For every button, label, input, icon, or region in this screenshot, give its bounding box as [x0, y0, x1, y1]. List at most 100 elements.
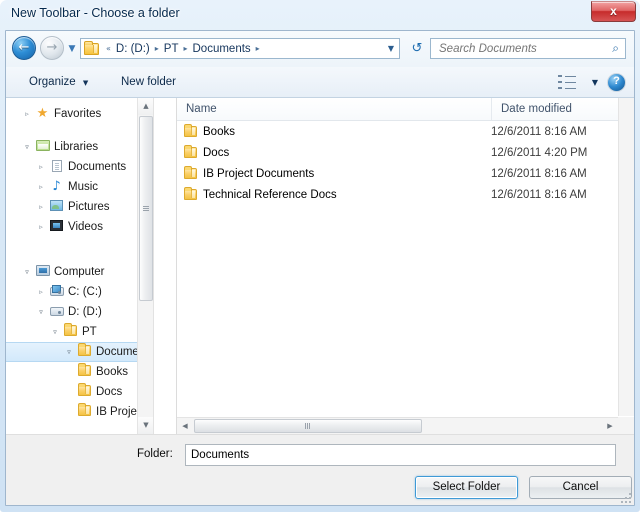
sidebar-scrollbar[interactable]: ▲ ▼ [137, 98, 153, 434]
forward-arrow-icon: → [46, 40, 58, 55]
chevron-right-icon[interactable]: ▹ [34, 157, 48, 177]
search-box[interactable]: ⌕ [430, 38, 626, 59]
resize-grip[interactable] [619, 491, 631, 503]
computer-icon [34, 262, 51, 282]
view-mode-icon[interactable] [558, 74, 578, 91]
sidebar-item-pt[interactable]: ▿ PT [6, 322, 153, 342]
sidebar-item-label: Music [68, 181, 99, 193]
horizontal-scroll-thumb[interactable] [194, 419, 422, 433]
back-arrow-icon: ← [18, 40, 30, 55]
content-area: ▹ ★ Favorites ▿ Libraries ▹ Documents ▹ … [6, 98, 634, 434]
sidebar-item-label: Favorites [54, 108, 102, 120]
chevron-right-icon[interactable]: ▹ [34, 197, 48, 217]
scroll-up-icon[interactable]: ▲ [138, 98, 153, 115]
cancel-button[interactable]: Cancel [529, 476, 632, 499]
recent-locations-dropdown[interactable]: ▼ [66, 44, 78, 54]
chevron-down-icon[interactable]: ▿ [62, 342, 76, 362]
sidebar-item-music[interactable]: ▹ ♪ Music [6, 177, 153, 197]
video-icon [48, 217, 65, 237]
table-row[interactable]: Docs 12/6/2011 4:20 PM [177, 142, 618, 163]
column-header-name[interactable]: Name [177, 98, 491, 120]
sidebar-item-docs[interactable]: Docs [6, 382, 153, 402]
command-toolbar: Organize ▼ New folder ▼ ? [6, 67, 634, 98]
file-list-vertical-scrollbar[interactable] [618, 98, 634, 416]
file-name: Technical Reference Docs [203, 188, 337, 201]
dialog-footer: Folder: Select Folder Cancel [6, 434, 634, 505]
chevron-down-icon: ▼ [82, 79, 89, 87]
sidebar-item-favorites[interactable]: ▹ ★ Favorites [6, 104, 153, 124]
select-folder-button[interactable]: Select Folder [415, 476, 518, 499]
folder-icon [76, 342, 93, 362]
cancel-label: Cancel [562, 481, 599, 493]
chevron-down-icon[interactable]: ▿ [20, 262, 34, 282]
close-button[interactable]: x [591, 1, 636, 22]
folder-field-label: Folder: [137, 448, 173, 460]
file-name: Docs [203, 146, 230, 159]
help-icon: ? [613, 75, 620, 87]
sidebar-item-videos[interactable]: ▹ Videos [6, 217, 153, 237]
chevron-right-icon[interactable]: ▹ [34, 282, 48, 302]
search-input[interactable] [437, 41, 597, 56]
sidebar-item-documents-selected[interactable]: ▿ Documents [6, 342, 153, 362]
new-folder-button[interactable]: New folder [114, 72, 183, 93]
file-date-modified: 12/6/2011 8:16 AM [491, 167, 587, 180]
refresh-button[interactable]: ↺ [406, 38, 428, 59]
new-folder-label: New folder [121, 76, 176, 88]
file-list-horizontal-scrollbar[interactable]: ◀ ▶ [177, 417, 618, 434]
sidebar-item-libraries[interactable]: ▿ Libraries [6, 137, 153, 157]
drive-icon [48, 302, 65, 322]
sidebar-item-drive-d[interactable]: ▿ D: (D:) [6, 302, 153, 322]
view-mode-dropdown-icon[interactable]: ▼ [592, 78, 598, 87]
file-date-modified: 12/6/2011 4:20 PM [491, 146, 588, 159]
picture-icon [48, 197, 65, 217]
breadcrumb-item-documents[interactable]: Documents [191, 43, 253, 55]
document-icon [48, 157, 65, 177]
sidebar-item-label: Documents [68, 161, 127, 173]
scroll-down-icon[interactable]: ▼ [138, 417, 153, 434]
help-button[interactable]: ? [607, 73, 626, 92]
folder-name-input[interactable] [185, 444, 616, 466]
chevron-right-icon[interactable]: ▹ [34, 217, 48, 237]
chevron-down-icon[interactable]: ▿ [20, 137, 34, 157]
sidebar-item-label: D: (D:) [68, 306, 102, 318]
folder-icon [177, 186, 203, 202]
scroll-right-icon[interactable]: ▶ [602, 418, 618, 434]
table-row[interactable]: Technical Reference Docs 12/6/2011 8:16 … [177, 184, 618, 205]
chevron-down-icon[interactable]: ▿ [48, 322, 62, 342]
navigation-bar: ← → ▼ « D: (D:) ▸ PT ▸ Documents ▸ ▼ ↺ S… [6, 31, 634, 67]
sidebar-item-pictures[interactable]: ▹ Pictures [6, 197, 153, 217]
breadcrumb-item-drive[interactable]: D: (D:) [114, 43, 152, 55]
file-name: IB Project Documents [203, 167, 315, 180]
address-dropdown-icon[interactable]: ▼ [388, 44, 394, 53]
organize-label: Organize [29, 76, 76, 88]
dialog-body: ← → ▼ « D: (D:) ▸ PT ▸ Documents ▸ ▼ ↺ S… [5, 30, 635, 506]
back-button[interactable]: ← [12, 36, 36, 60]
sidebar-item-computer[interactable]: ▿ Computer [6, 262, 153, 282]
window-title: New Toolbar - Choose a folder [11, 6, 180, 20]
folder-icon [76, 362, 93, 382]
breadcrumb-overflow-icon[interactable]: « [103, 44, 114, 53]
address-folder-icon [84, 41, 99, 55]
folder-icon [177, 165, 203, 181]
scroll-left-icon[interactable]: ◀ [177, 418, 193, 434]
sidebar-item-ib-project-documents[interactable]: IB Project D [6, 402, 153, 422]
music-note-icon: ♪ [52, 179, 61, 194]
library-icon [34, 137, 51, 157]
sidebar-scroll-thumb[interactable] [139, 116, 153, 301]
address-bar[interactable]: « D: (D:) ▸ PT ▸ Documents ▸ ▼ [80, 38, 400, 59]
chevron-down-icon[interactable]: ▿ [34, 302, 48, 322]
sidebar-item-drive-c[interactable]: ▹ C: (C:) [6, 282, 153, 302]
column-header-date-modified[interactable]: Date modified [491, 98, 631, 120]
navigation-pane: ▹ ★ Favorites ▿ Libraries ▹ Documents ▹ … [6, 98, 154, 434]
pane-splitter[interactable] [154, 98, 176, 434]
chevron-right-icon[interactable]: ▹ [20, 104, 34, 124]
table-row[interactable]: IB Project Documents 12/6/2011 8:16 AM [177, 163, 618, 184]
title-bar: New Toolbar - Choose a folder x [0, 0, 640, 30]
chevron-right-icon[interactable]: ▹ [34, 177, 48, 197]
sidebar-item-books[interactable]: Books [6, 362, 153, 382]
table-row[interactable]: Books 12/6/2011 8:16 AM [177, 121, 618, 142]
organize-button[interactable]: Organize ▼ [22, 72, 95, 93]
forward-button[interactable]: → [40, 36, 64, 60]
breadcrumb-item-pt[interactable]: PT [162, 43, 181, 55]
sidebar-item-documents-library[interactable]: ▹ Documents [6, 157, 153, 177]
